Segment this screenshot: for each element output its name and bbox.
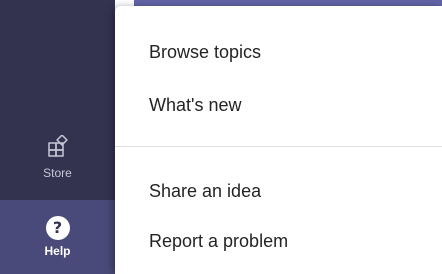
- app-bar: Store ? Help: [0, 0, 115, 274]
- app-bar-item-label: Help: [44, 244, 71, 258]
- store-icon: [47, 133, 69, 162]
- menu-item-browse-topics[interactable]: Browse topics: [149, 41, 261, 63]
- help-icon: ?: [45, 216, 70, 240]
- menu-item-share-an-idea[interactable]: Share an idea: [149, 180, 261, 202]
- menu-divider: [115, 146, 442, 147]
- menu-item-report-a-problem[interactable]: Report a problem: [149, 230, 288, 252]
- help-menu: Browse topics What's new Share an idea R…: [115, 6, 442, 274]
- menu-item-whats-new[interactable]: What's new: [149, 94, 241, 116]
- app-bar-item-help[interactable]: ? Help: [0, 200, 115, 274]
- app-bar-item-store[interactable]: Store: [0, 124, 115, 190]
- app-bar-item-label: Store: [43, 165, 72, 180]
